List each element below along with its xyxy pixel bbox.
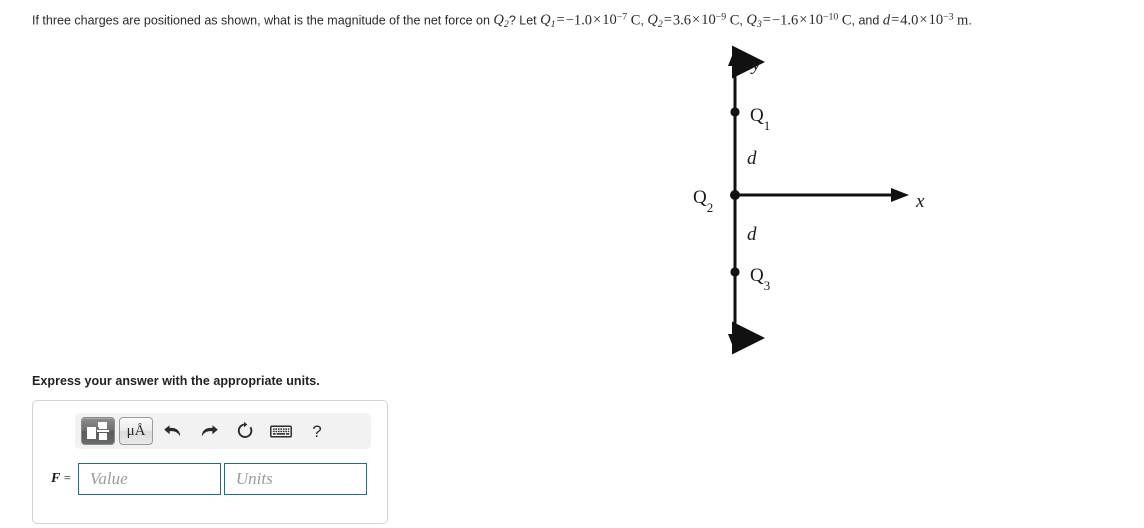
y-axis-label: y	[750, 54, 761, 75]
given-q1-power: 10−7	[602, 12, 628, 29]
given-d-power: 10−3	[928, 12, 954, 29]
question-statement: If three charges are positioned as shown…	[32, 10, 1132, 33]
undo-icon	[164, 425, 181, 437]
given-q1-mantissa: −1.0	[565, 12, 593, 29]
given-q3-times: ×	[799, 12, 808, 29]
given-q1-symbol: Q1	[540, 12, 556, 31]
given-q3-symbol: Q3	[746, 12, 762, 31]
question-mark: ?	[508, 13, 516, 28]
given-q2-times: ×	[692, 12, 701, 29]
charge-label-q3: Q3	[750, 265, 770, 293]
answer-entry-panel: μÅ ? F = Value Units	[32, 400, 388, 524]
question-mark-icon: ?	[312, 421, 322, 441]
given-d-mantissa: 4.0	[900, 12, 919, 29]
math-template-button[interactable]	[81, 417, 115, 445]
given-d-times: ×	[919, 12, 928, 29]
x-axis-label: x	[915, 191, 925, 212]
value-input[interactable]	[77, 463, 221, 495]
given-q1-comma: ,	[640, 13, 644, 28]
given-q1-equals: =	[556, 12, 565, 29]
keyboard-button[interactable]	[265, 417, 297, 445]
given-q2-mantissa: 3.6	[672, 12, 692, 29]
redo-icon	[201, 425, 218, 437]
given-q1-times: ×	[593, 12, 602, 29]
x-axis-right-arrowhead	[891, 188, 909, 202]
charge-dot-q1	[730, 107, 740, 117]
distance-label-lower: d	[747, 224, 757, 245]
given-d-equals: =	[891, 12, 900, 29]
redo-button[interactable]	[193, 417, 225, 445]
given-q2-symbol: Q2	[647, 12, 663, 31]
given-d-period: .	[968, 13, 972, 28]
given-q3-equals: =	[762, 12, 771, 29]
undo-button[interactable]	[157, 417, 189, 445]
given-q2-equals: =	[663, 12, 672, 29]
distance-label-upper: d	[747, 148, 757, 169]
target-charge-symbol: Q2	[493, 12, 509, 31]
charge-dot-q3	[730, 267, 740, 277]
reset-button[interactable]	[229, 417, 261, 445]
given-q2-power: 10−9	[701, 12, 727, 29]
reset-icon	[237, 421, 253, 438]
given-d-unit: m	[957, 12, 969, 29]
given-q2-comma: ,	[739, 13, 743, 28]
given-q1-unit: C	[630, 12, 641, 29]
units-input[interactable]	[223, 463, 367, 495]
units-button[interactable]: μÅ	[119, 417, 153, 445]
and-word: and	[858, 13, 880, 28]
given-q3-mantissa: −1.6	[771, 12, 799, 29]
given-q2-unit: C	[729, 12, 740, 29]
given-d-symbol: d	[882, 12, 891, 29]
charge-label-q2: Q2	[693, 187, 713, 215]
charge-label-q1: Q1	[750, 105, 770, 133]
keyboard-icon	[270, 424, 292, 438]
let-word: Let	[519, 13, 537, 28]
question-lead-text: If three charges are positioned as shown…	[32, 13, 490, 28]
given-q3-power: 10−10	[808, 12, 839, 29]
answer-toolbar: μÅ ?	[75, 413, 371, 449]
micro-angstrom-icon: μÅ	[126, 422, 146, 439]
help-button[interactable]: ?	[301, 417, 333, 445]
force-variable-label: F =	[51, 471, 71, 486]
express-answer-prompt: Express your answer with the appropriate…	[32, 374, 320, 388]
charge-configuration-figure: y x Q1 Q2 Q3 d d	[676, 40, 946, 360]
given-q3-comma: ,	[851, 13, 855, 28]
answer-input-row: F =	[51, 463, 367, 495]
charge-dot-q2	[730, 190, 740, 200]
given-q3-unit: C	[841, 12, 852, 29]
math-template-icon	[87, 422, 109, 440]
